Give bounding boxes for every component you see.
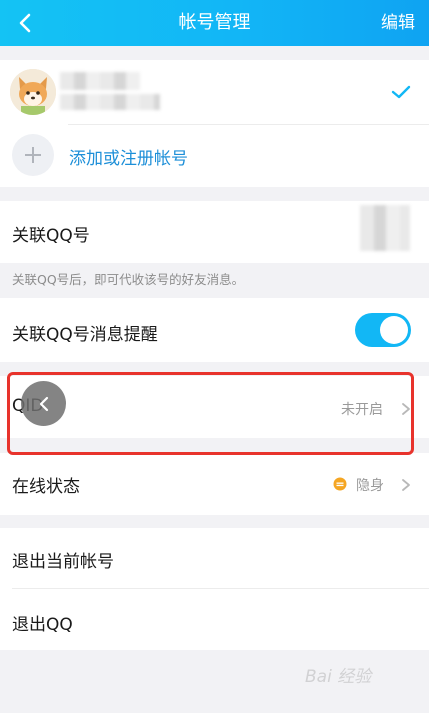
chevron-right-icon [399,477,413,491]
add-account-button[interactable] [12,134,54,176]
linked-reminder-label: 关联QQ号消息提醒 [12,325,158,345]
edit-button[interactable]: 编辑 [381,0,415,46]
logout-current-account-button[interactable]: 退出当前帐号 [12,547,412,572]
linked-reminder-toggle[interactable] [355,313,411,347]
linked-qq-label: 关联QQ号 [12,226,90,246]
toggle-knob [380,316,408,344]
checkmark-icon [390,84,412,104]
annotation-highlight-box [7,372,414,455]
account-number-redacted [60,94,160,110]
online-status-value: 隐身 [356,478,384,494]
dog-avatar-icon [10,69,56,115]
watermark: Bai 经验 [305,667,372,687]
plus-icon [25,147,41,163]
floating-back-button[interactable] [21,381,66,426]
invisible-status-icon [333,476,347,495]
account-name-redacted [60,72,140,90]
avatar[interactable] [10,69,56,115]
back-arrow-icon [39,396,48,411]
online-status-label: 在线状态 [12,477,80,497]
exit-qq-button[interactable]: 退出QQ [12,610,412,635]
add-account-link[interactable]: 添加或注册帐号 [69,144,188,169]
linked-qq-hint: 关联QQ号后，即可代收该号的好友消息。 [12,272,245,287]
page-title: 帐号管理 [178,12,251,33]
linked-qq-avatar-redacted [360,205,410,251]
